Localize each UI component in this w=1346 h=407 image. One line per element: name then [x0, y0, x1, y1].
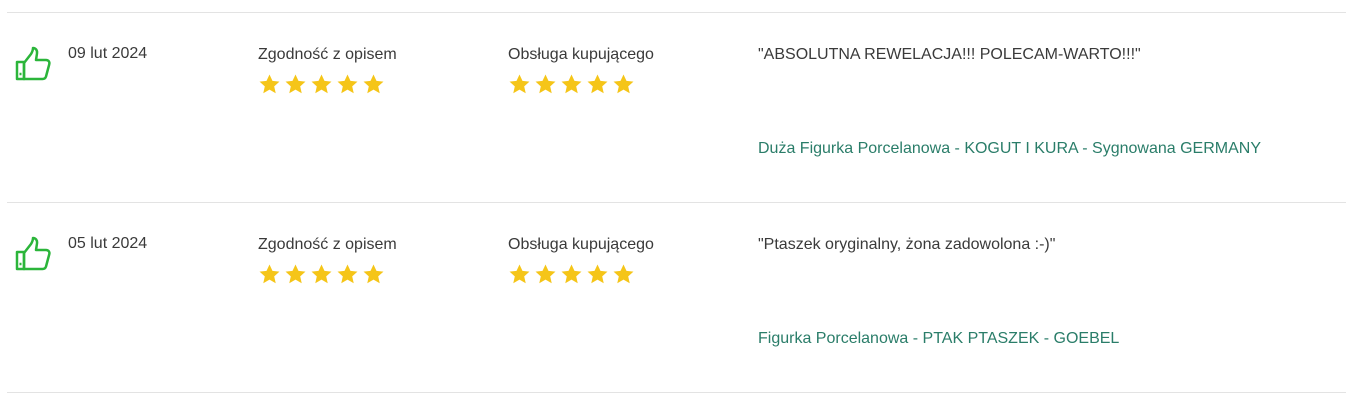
thumbs-up-icon	[15, 236, 51, 271]
star-icon	[587, 74, 608, 94]
star-rating	[258, 73, 397, 97]
review-date: 09 lut 2024	[68, 45, 148, 62]
review-date: 05 lut 2024	[68, 235, 148, 252]
star-rating	[508, 73, 654, 97]
star-icon	[311, 264, 332, 284]
divider-bottom	[7, 392, 1346, 393]
rating-description-accuracy: Zgodność z opisem	[258, 45, 397, 97]
star-rating	[258, 263, 397, 287]
star-rating	[508, 263, 654, 287]
star-icon	[259, 74, 280, 94]
star-icon	[311, 74, 332, 94]
rating-buyer-service: Obsługa kupującego	[508, 45, 654, 97]
star-icon	[285, 74, 306, 94]
star-icon	[363, 74, 384, 94]
star-icon	[613, 74, 634, 94]
star-icon	[337, 74, 358, 94]
star-icon	[535, 74, 556, 94]
star-icon	[509, 74, 530, 94]
review-item: 05 lut 2024 Zgodność z opisem Obsługa ku…	[0, 202, 1346, 392]
review-comment: "ABSOLUTNA REWELACJA!!! POLECAM-WARTO!!!…	[758, 46, 1141, 63]
star-icon	[613, 264, 634, 284]
rating-label: Zgodność z opisem	[258, 46, 397, 63]
star-icon	[535, 264, 556, 284]
star-icon	[285, 264, 306, 284]
rating-label: Zgodność z opisem	[258, 236, 397, 253]
star-icon	[587, 264, 608, 284]
star-icon	[363, 264, 384, 284]
review-comment: "Ptaszek oryginalny, żona zadowolona :-)…	[758, 236, 1056, 253]
star-icon	[561, 264, 582, 284]
rating-label: Obsługa kupującego	[508, 236, 654, 253]
star-icon	[337, 264, 358, 284]
rating-description-accuracy: Zgodność z opisem	[258, 235, 397, 287]
star-icon	[561, 74, 582, 94]
rating-label: Obsługa kupującego	[508, 46, 654, 63]
review-item: 09 lut 2024 Zgodność z opisem Obsługa ku…	[0, 12, 1346, 202]
thumbs-up-icon	[15, 46, 51, 81]
offer-link[interactable]: Duża Figurka Porcelanowa - KOGUT I KURA …	[758, 139, 1261, 159]
rating-buyer-service: Obsługa kupującego	[508, 235, 654, 287]
star-icon	[509, 264, 530, 284]
offer-link[interactable]: Figurka Porcelanowa - PTAK PTASZEK - GOE…	[758, 329, 1119, 349]
star-icon	[259, 264, 280, 284]
